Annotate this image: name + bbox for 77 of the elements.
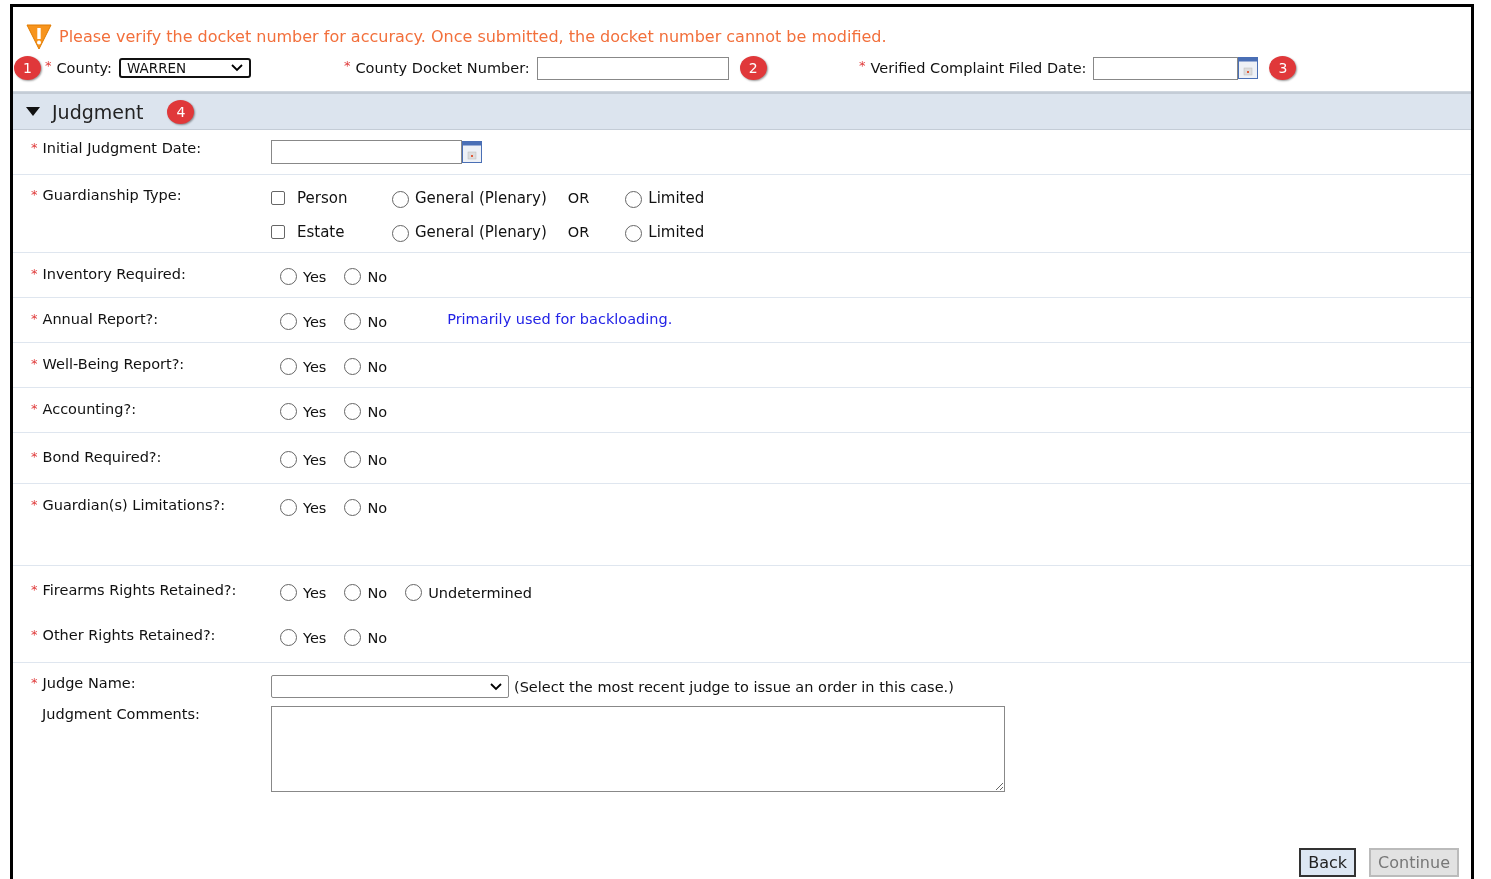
section-title: Judgment (52, 100, 144, 123)
field-label: Initial Judgment Date: (42, 140, 202, 158)
checkbox[interactable] (271, 190, 285, 205)
radio-label: No (367, 629, 388, 646)
radio-label: Yes (303, 629, 327, 646)
field-label: Firearms Rights Retained?: (42, 582, 237, 600)
required-asterisk: * (344, 57, 351, 73)
hint-text: Primarily used for backloading. (447, 310, 673, 327)
required-asterisk: * (31, 497, 38, 512)
required-asterisk: * (31, 140, 38, 155)
field-label: Judge Name: (42, 675, 136, 693)
step-badge: 2 (739, 56, 767, 80)
hint-text: (Select the most recent judge to issue an order in this case.) (514, 678, 954, 695)
checkbox[interactable] (271, 224, 285, 239)
chevron-icon (231, 64, 243, 72)
radio-label: No (367, 499, 388, 516)
checkbox-label: Estate (297, 222, 345, 241)
field-label: Guardianship Type: (42, 187, 182, 205)
required-asterisk: * (859, 57, 866, 73)
field-label: Accounting?: (42, 401, 137, 419)
radio-label: No (367, 268, 388, 285)
step-badge: 4 (167, 99, 195, 124)
calendar-icon[interactable] (462, 141, 482, 163)
radio-label: Yes (303, 451, 327, 468)
required-asterisk: * (31, 449, 38, 464)
chevron-icon (490, 682, 502, 691)
field-label: County: (56, 60, 112, 76)
field-label: Bond Required?: (42, 449, 162, 467)
radio-label: Yes (303, 313, 327, 330)
radio-label: General (Plenary) (415, 222, 547, 241)
required-asterisk: * (31, 311, 38, 326)
required-asterisk: * (31, 266, 38, 281)
radio-label: General (Plenary) (415, 188, 547, 207)
step-badge: 3 (1269, 56, 1297, 80)
docket-number-input[interactable] (536, 56, 729, 80)
field-label: Other Rights Retained?: (42, 627, 216, 645)
calendar-icon[interactable] (1238, 57, 1259, 79)
required-asterisk: * (31, 356, 38, 371)
back-button[interactable]: Back (1299, 848, 1357, 877)
field-label: County Docket Number: (355, 60, 530, 76)
radio-label: Yes (303, 268, 327, 285)
radio-label: Limited (648, 222, 705, 241)
radio-label: No (367, 403, 388, 420)
radio-label: Undetermined (428, 584, 532, 601)
radio-label: No (367, 313, 388, 330)
required-asterisk: * (31, 401, 38, 416)
comments-textarea[interactable] (271, 706, 1005, 792)
step-badge: 1 (14, 56, 41, 80)
field-label: Verified Complaint Filed Date: (870, 60, 1087, 76)
radio-label: No (367, 584, 388, 601)
required-asterisk: * (31, 187, 38, 202)
county-select[interactable]: WARREN (119, 58, 251, 78)
field-label: Well-Being Report?: (42, 356, 185, 374)
field-label: Annual Report?: (42, 311, 159, 329)
radio-label: Yes (303, 358, 327, 375)
field-label: Inventory Required: (42, 266, 186, 284)
field-label: Judgment Comments: (42, 706, 200, 724)
radio-label: No (367, 358, 388, 375)
warning-icon (25, 22, 53, 50)
radio-label: Yes (303, 499, 327, 516)
warning-message: Please verify the docket number for accuracy. Once submitted, the docket number cannot be modified. (59, 26, 887, 46)
judge-select[interactable] (271, 675, 509, 698)
checkbox-label: Person (297, 188, 348, 207)
or-text: OR (567, 223, 590, 240)
field-label: Guardian(s) Limitations?: (42, 497, 226, 515)
date-input[interactable] (271, 140, 462, 164)
or-text: OR (567, 189, 590, 206)
required-asterisk: * (31, 582, 38, 597)
date-input[interactable] (1093, 56, 1239, 80)
radio-label: Yes (303, 403, 327, 420)
radio-label: Yes (303, 584, 327, 601)
required-asterisk: * (45, 57, 52, 73)
section-header[interactable]: Judgment 4 (13, 92, 1471, 130)
required-asterisk: * (31, 627, 38, 642)
radio-label: No (367, 451, 388, 468)
required-asterisk: * (31, 675, 38, 690)
radio-label: Limited (648, 188, 705, 207)
